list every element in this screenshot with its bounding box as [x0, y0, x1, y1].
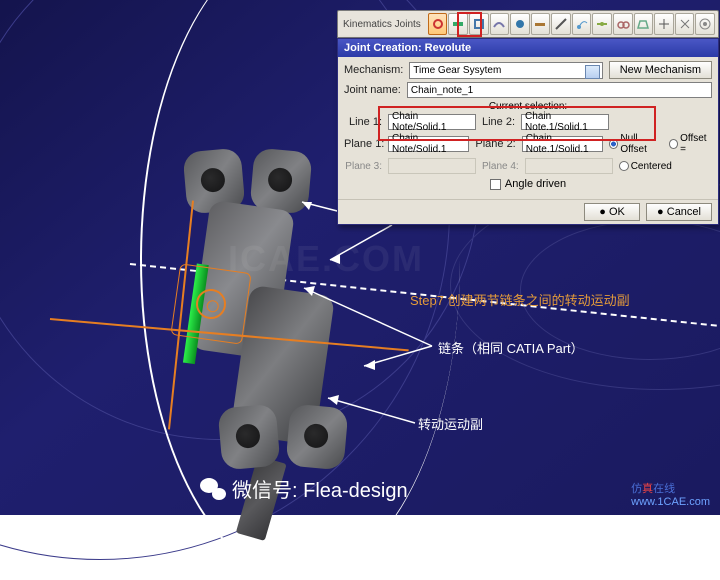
- point-surface-joint-icon[interactable]: [634, 13, 654, 35]
- footer-watermark: 仿真在线 www.1CAE.com: [631, 480, 710, 508]
- line2-label: Line 2:: [482, 116, 515, 128]
- chain-lug: [249, 148, 312, 215]
- cylindrical-joint-icon[interactable]: [469, 13, 489, 35]
- chain-lug: [217, 404, 280, 471]
- plane3-label: Plane 3:: [344, 161, 382, 172]
- bore-hole: [200, 167, 226, 193]
- joint-creation-dialog: Joint Creation: Revolute Mechanism: Time…: [337, 38, 719, 225]
- gear-joint-icon[interactable]: [695, 13, 715, 35]
- null-offset-radio[interactable]: Null Offset: [609, 133, 663, 155]
- joint-name-field[interactable]: Chain_note_1: [407, 82, 712, 98]
- annotation-chain: 链条（相同 CATIA Part）: [438, 338, 584, 357]
- joint-name-label: Joint name:: [344, 84, 401, 96]
- watermark-text: ICAE.COM: [228, 238, 424, 280]
- chain-lug: [285, 404, 348, 471]
- plane4-label: Plane 4:: [482, 161, 519, 172]
- dialog-title: Joint Creation: Revolute: [338, 39, 718, 57]
- screw-joint-icon[interactable]: [490, 13, 510, 35]
- plane2-label: Plane 2:: [475, 138, 515, 150]
- bore-hole: [267, 167, 293, 193]
- kinematics-toolbar: Kinematics Joints: [337, 10, 719, 38]
- annotation-step: Step7 创建两节链条之间的转动运动副: [410, 290, 630, 309]
- point-curve-joint-icon[interactable]: [572, 13, 592, 35]
- cancel-button[interactable]: ● Cancel: [646, 203, 712, 221]
- roll-curve-joint-icon[interactable]: [613, 13, 633, 35]
- wechat-text: 微信号: Flea-design: [232, 474, 408, 503]
- centered-radio[interactable]: Centered: [619, 161, 672, 172]
- planar-joint-icon[interactable]: [531, 13, 551, 35]
- plane1-field[interactable]: Chain Note/Solid.1: [388, 136, 469, 152]
- pivot-ring: [194, 287, 228, 321]
- plane4-field: [525, 158, 613, 174]
- offset-radio[interactable]: Offset =: [669, 133, 712, 155]
- new-mechanism-button[interactable]: New Mechanism: [609, 61, 712, 79]
- wechat-tag: 微信号: Flea-design: [200, 474, 408, 503]
- annotation-joint: 转动运动副: [418, 414, 483, 433]
- cv-joint-icon[interactable]: [675, 13, 695, 35]
- revolute-joint-icon[interactable]: [428, 13, 448, 35]
- line1-field[interactable]: Chain Note/Solid.1: [388, 114, 476, 130]
- spherical-joint-icon[interactable]: [510, 13, 530, 35]
- slide-curve-joint-icon[interactable]: [592, 13, 612, 35]
- bore-hole: [235, 423, 261, 449]
- bore-hole: [303, 423, 329, 449]
- angle-driven-checkbox[interactable]: Angle driven: [490, 178, 566, 190]
- toolbar-title: Kinematics Joints: [341, 19, 427, 30]
- prismatic-joint-icon[interactable]: [448, 13, 468, 35]
- plane3-field: [388, 158, 476, 174]
- line2-field[interactable]: Chain Note.1/Solid.1: [521, 114, 609, 130]
- wechat-icon: [200, 478, 226, 500]
- universal-joint-icon[interactable]: [654, 13, 674, 35]
- line1-label: Line 1:: [344, 116, 382, 128]
- rigid-joint-icon[interactable]: [551, 13, 571, 35]
- mechanism-label: Mechanism:: [344, 64, 403, 76]
- mechanism-dropdown[interactable]: Time Gear Sysytem: [409, 62, 602, 79]
- ok-button[interactable]: ● OK: [584, 203, 640, 221]
- plane2-field[interactable]: Chain Note.1/Solid.1: [522, 136, 603, 152]
- plane1-label: Plane 1:: [344, 138, 382, 150]
